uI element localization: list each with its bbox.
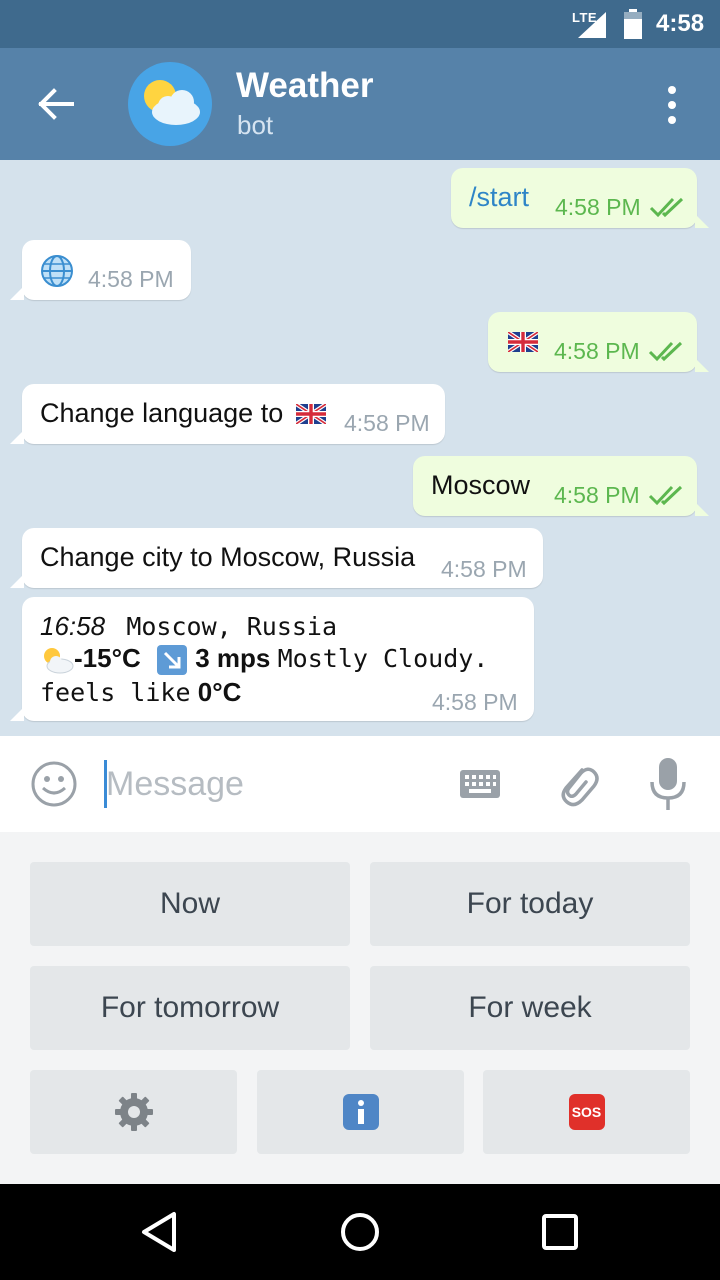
for-today-button[interactable]: For today — [370, 862, 690, 946]
gear-icon — [114, 1093, 153, 1131]
battery-icon — [624, 9, 642, 39]
settings-button[interactable] — [30, 1070, 237, 1154]
status-bar: LTE 4:58 — [0, 0, 720, 48]
message-text[interactable]: /start — [469, 182, 529, 213]
uk-flag-icon — [296, 404, 326, 424]
arrow-down-right-icon — [157, 645, 187, 676]
message-text[interactable]: Change language to — [40, 398, 283, 429]
microphone-icon[interactable] — [648, 756, 688, 812]
message-bubble-out[interactable]: /start 4:58 PM — [451, 168, 709, 228]
weather-clock: 16:58 — [40, 611, 106, 641]
message-input[interactable] — [106, 758, 436, 810]
message-time: 4:58 PM — [441, 556, 527, 582]
weather-city: Moscow, Russia — [126, 612, 338, 641]
info-icon — [342, 1094, 379, 1130]
chat-title: Weather — [236, 66, 374, 105]
recents-nav-icon[interactable] — [536, 1208, 584, 1256]
home-nav-icon[interactable] — [336, 1208, 384, 1256]
message-bubble-in[interactable]: Change city to Moscow, Russia 4:58 PM — [10, 528, 543, 588]
keyboard-icon[interactable] — [458, 764, 502, 804]
message-text[interactable]: Moscow — [431, 470, 530, 501]
message-composer — [0, 736, 720, 832]
weather-wind: 3 mps — [195, 643, 271, 673]
message-time: 4:58 PM — [344, 410, 430, 436]
message-bubble-out[interactable]: Moscow 4:58 PM — [413, 456, 709, 516]
for-tomorrow-button[interactable]: For tomorrow — [30, 966, 350, 1050]
uk-flag-icon — [508, 332, 538, 352]
weather-temp: -15°C — [74, 643, 141, 673]
message-time: 4:58 PM — [555, 194, 641, 220]
bot-keyboard: Now For today For tomorrow For week SOS — [0, 832, 720, 1184]
message-bubble-in[interactable]: Change language to 4:58 PM — [10, 384, 445, 444]
sun-behind-cloud-icon — [44, 648, 74, 674]
weather-line-2: -15°C 3 mps Mostly Cloudy. — [40, 643, 488, 676]
system-nav-bar — [0, 1184, 720, 1280]
info-button[interactable] — [257, 1070, 464, 1154]
message-time: 4:58 PM — [88, 266, 174, 292]
more-options-icon[interactable] — [650, 80, 694, 130]
chat-subtitle: bot — [237, 110, 274, 140]
status-time: 4:58 — [656, 10, 705, 37]
message-time: 4:58 PM — [554, 482, 640, 508]
message-text[interactable]: Change city to Moscow, Russia — [40, 542, 415, 573]
sos-button[interactable]: SOS — [483, 1070, 690, 1154]
weather-condition: Mostly Cloudy. — [277, 644, 489, 673]
message-time: 4:58 PM — [554, 338, 640, 364]
message-bubble-in[interactable]: 4:58 PM — [10, 240, 191, 300]
message-time: 4:58 PM — [432, 689, 518, 715]
attach-icon[interactable] — [552, 758, 600, 810]
weather-line-3: feels like 0°C — [40, 677, 241, 708]
network-type: LTE — [572, 10, 598, 25]
weather-feels-value: 0°C — [197, 677, 242, 707]
chat-header: Weather bot — [0, 48, 720, 160]
emoji-icon[interactable] — [30, 760, 78, 808]
back-arrow-icon[interactable] — [30, 78, 82, 130]
double-check-icon — [648, 485, 683, 506]
weather-feels-label: feels like — [40, 678, 191, 707]
now-button[interactable]: Now — [30, 862, 350, 946]
bot-avatar[interactable] — [128, 62, 212, 146]
weather-line-1: 16:58 Moscow, Russia — [40, 611, 337, 642]
double-check-icon — [649, 197, 684, 218]
back-nav-icon[interactable] — [136, 1208, 184, 1256]
message-bubble-out[interactable]: 4:58 PM — [488, 312, 709, 372]
message-list[interactable]: /start 4:58 PM 4:58 PM 4:58 PM Change la… — [0, 160, 720, 736]
double-check-icon — [648, 341, 683, 362]
sos-label: SOS — [571, 1104, 602, 1120]
weather-report-bubble[interactable]: 16:58 Moscow, Russia -15°C 3 mps Mostly … — [10, 597, 534, 721]
for-week-button[interactable]: For week — [370, 966, 690, 1050]
globe-icon — [41, 255, 73, 287]
